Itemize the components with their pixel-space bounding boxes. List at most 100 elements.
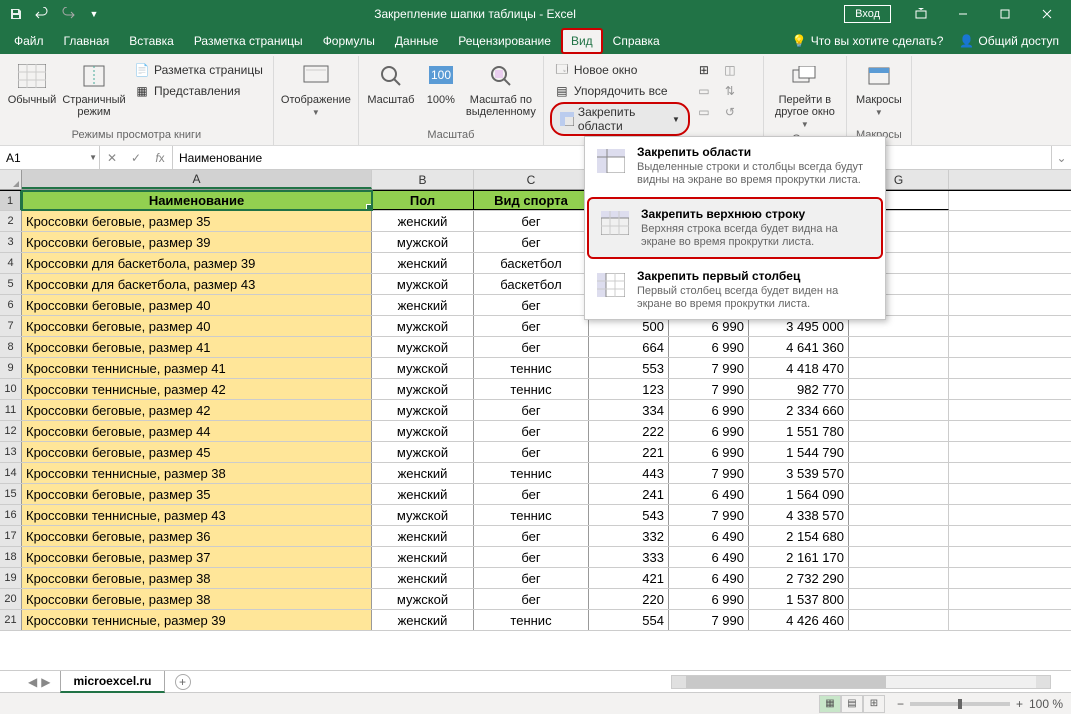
share-button[interactable]: 👤Общий доступ xyxy=(951,28,1067,54)
cell[interactable] xyxy=(849,505,949,525)
add-sheet-button[interactable]: + xyxy=(175,674,191,690)
cell[interactable]: бег xyxy=(474,211,589,231)
redo-icon[interactable] xyxy=(56,2,80,26)
cell[interactable]: 1 551 780 xyxy=(749,421,849,441)
cell[interactable]: Вид спорта xyxy=(474,191,589,210)
cell[interactable]: Наименование xyxy=(22,191,372,210)
freeze-first-col-item[interactable]: Закрепить первый столбецПервый столбец в… xyxy=(585,261,885,319)
normal-view-button[interactable]: Обычный xyxy=(6,58,58,108)
cell[interactable]: мужской xyxy=(372,442,474,462)
col-header-A[interactable]: A xyxy=(22,170,372,189)
cell[interactable]: 6 990 xyxy=(669,442,749,462)
hide-button[interactable]: ▭ xyxy=(692,81,716,101)
cell[interactable]: бег xyxy=(474,421,589,441)
cell[interactable]: 4 426 460 xyxy=(749,610,849,630)
cell[interactable]: 443 xyxy=(589,463,669,483)
row-header[interactable]: 12 xyxy=(0,421,22,441)
cell[interactable]: женский xyxy=(372,610,474,630)
switch-windows-button[interactable]: Перейти в другое окно▼ xyxy=(770,58,840,131)
cell[interactable]: 2 732 290 xyxy=(749,568,849,588)
cell[interactable] xyxy=(849,568,949,588)
cell[interactable]: мужской xyxy=(372,400,474,420)
cell[interactable]: 554 xyxy=(589,610,669,630)
cell[interactable]: бег xyxy=(474,337,589,357)
cell[interactable]: 2 334 660 xyxy=(749,400,849,420)
cell[interactable]: 543 xyxy=(589,505,669,525)
row-header[interactable]: 1 xyxy=(0,191,22,210)
cell[interactable]: бег xyxy=(474,400,589,420)
zoom-slider[interactable] xyxy=(910,702,1010,706)
cell[interactable]: 7 990 xyxy=(669,358,749,378)
cell[interactable] xyxy=(849,526,949,546)
cell[interactable]: 7 990 xyxy=(669,379,749,399)
cell[interactable]: мужской xyxy=(372,274,474,294)
tab-help[interactable]: Справка xyxy=(603,28,670,54)
chevron-down-icon[interactable]: ▼ xyxy=(89,153,97,162)
tab-insert[interactable]: Вставка xyxy=(119,28,184,54)
cell[interactable]: бег xyxy=(474,526,589,546)
cell[interactable]: Кроссовки теннисные, размер 38 xyxy=(22,463,372,483)
cell[interactable]: Кроссовки беговые, размер 40 xyxy=(22,316,372,336)
zoom-button[interactable]: Масштаб xyxy=(365,58,417,108)
row-header[interactable]: 11 xyxy=(0,400,22,420)
cell[interactable]: бег xyxy=(474,232,589,252)
cell[interactable]: женский xyxy=(372,526,474,546)
cell[interactable]: 421 xyxy=(589,568,669,588)
cell[interactable]: 6 490 xyxy=(669,526,749,546)
cell[interactable]: 553 xyxy=(589,358,669,378)
cell[interactable] xyxy=(849,547,949,567)
next-sheet-icon[interactable]: ▶ xyxy=(41,675,50,689)
cell[interactable]: 1 564 090 xyxy=(749,484,849,504)
row-header[interactable]: 15 xyxy=(0,484,22,504)
cell[interactable]: бег xyxy=(474,484,589,504)
cell[interactable] xyxy=(849,379,949,399)
pagelayout-view-button[interactable]: 📄Разметка страницы xyxy=(130,60,267,80)
cell[interactable]: женский xyxy=(372,253,474,273)
cell[interactable]: мужской xyxy=(372,337,474,357)
zoom-selection-button[interactable]: Масштаб по выделенному xyxy=(465,58,537,120)
row-header[interactable]: 16 xyxy=(0,505,22,525)
cell[interactable]: бег xyxy=(474,295,589,315)
row-header[interactable]: 4 xyxy=(0,253,22,273)
tab-data[interactable]: Данные xyxy=(385,28,448,54)
cell[interactable]: баскетбол xyxy=(474,253,589,273)
cell[interactable]: Кроссовки беговые, размер 38 xyxy=(22,568,372,588)
cell[interactable]: 6 990 xyxy=(669,337,749,357)
cell[interactable]: Кроссовки беговые, размер 42 xyxy=(22,400,372,420)
macros-button[interactable]: Макросы▼ xyxy=(853,58,905,119)
row-header[interactable]: 13 xyxy=(0,442,22,462)
col-header-B[interactable]: B xyxy=(372,170,474,189)
cell[interactable]: мужской xyxy=(372,232,474,252)
row-header[interactable]: 6 xyxy=(0,295,22,315)
prev-sheet-icon[interactable]: ◀ xyxy=(28,675,37,689)
row-header[interactable]: 14 xyxy=(0,463,22,483)
row-header[interactable]: 7 xyxy=(0,316,22,336)
cell[interactable]: 2 161 170 xyxy=(749,547,849,567)
display-button[interactable]: Отображение▼ xyxy=(280,58,352,119)
tab-view[interactable]: Вид xyxy=(561,28,603,54)
arrange-all-button[interactable]: ▤Упорядочить все xyxy=(550,81,690,101)
select-all-corner[interactable] xyxy=(0,170,22,189)
tab-formulas[interactable]: Формулы xyxy=(313,28,385,54)
cell[interactable]: Кроссовки беговые, размер 44 xyxy=(22,421,372,441)
cell[interactable]: теннис xyxy=(474,505,589,525)
cell[interactable]: 220 xyxy=(589,589,669,609)
cell[interactable]: 2 154 680 xyxy=(749,526,849,546)
qat-customize-icon[interactable]: ▼ xyxy=(82,2,106,26)
cell[interactable] xyxy=(849,442,949,462)
zoom-in-button[interactable]: + xyxy=(1016,697,1023,711)
cell[interactable]: 7 990 xyxy=(669,463,749,483)
cell[interactable]: 4 418 470 xyxy=(749,358,849,378)
row-header[interactable]: 9 xyxy=(0,358,22,378)
cell[interactable]: Кроссовки беговые, размер 45 xyxy=(22,442,372,462)
view-pagebreak-icon[interactable]: ⊞ xyxy=(863,695,885,713)
tab-home[interactable]: Главная xyxy=(54,28,120,54)
cell[interactable] xyxy=(849,358,949,378)
cell[interactable]: мужской xyxy=(372,316,474,336)
cell[interactable]: Кроссовки беговые, размер 36 xyxy=(22,526,372,546)
cell[interactable]: 6 490 xyxy=(669,547,749,567)
cell[interactable]: бег xyxy=(474,547,589,567)
cell[interactable]: 664 xyxy=(589,337,669,357)
cell[interactable]: Кроссовки беговые, размер 35 xyxy=(22,484,372,504)
cell[interactable] xyxy=(849,421,949,441)
